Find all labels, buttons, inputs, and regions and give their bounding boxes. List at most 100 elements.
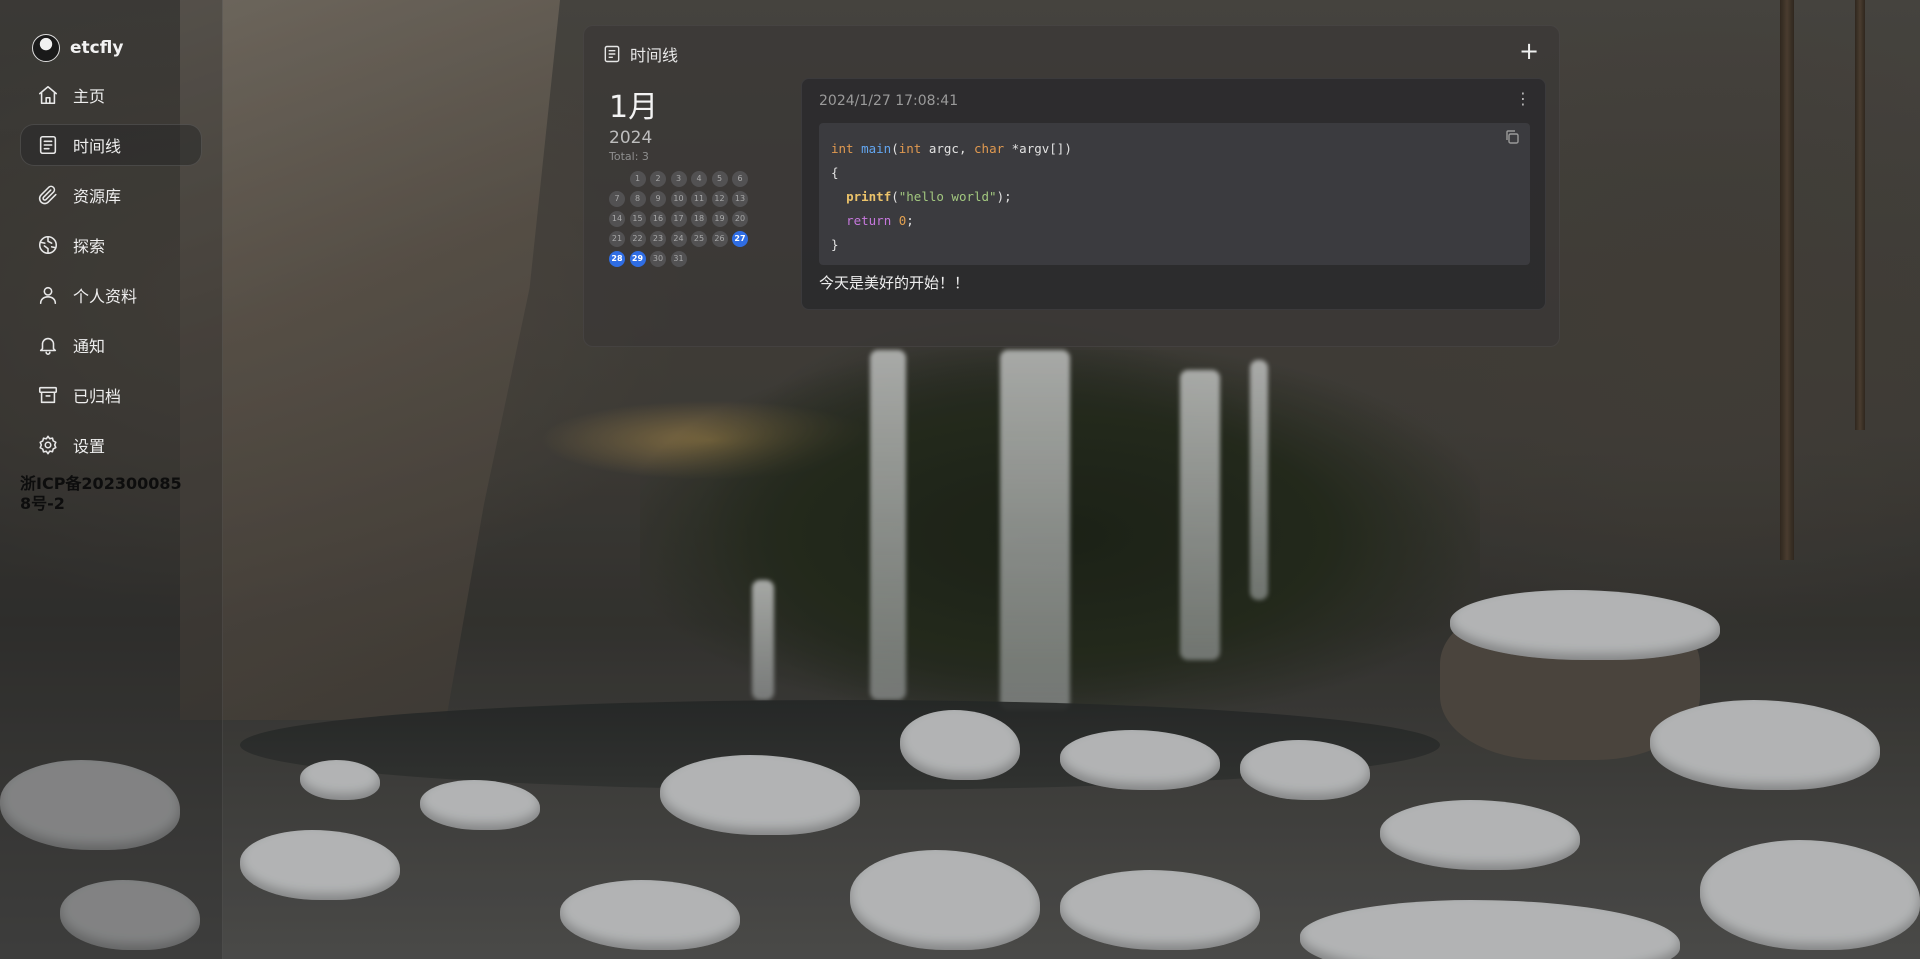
calendar-day: 22 — [629, 231, 646, 247]
calendar-day: 4 — [691, 171, 707, 187]
sidebar-item-label: 时间线 — [73, 137, 122, 156]
code-token: argc, — [921, 141, 975, 156]
calendar-day: 21 — [609, 231, 625, 247]
code-token: char — [974, 141, 1005, 156]
memo-timestamp: 2024/1/27 17:08:41 — [819, 93, 959, 109]
home-icon — [38, 85, 58, 105]
calendar-year: 2024 — [609, 128, 653, 148]
code-token: { — [831, 165, 839, 180]
calendar-day: 16 — [650, 211, 666, 227]
calendar-day-with-memo[interactable]: 29 — [629, 251, 646, 267]
calendar-day: 8 — [629, 191, 646, 207]
sidebar-item-home[interactable]: 主页 — [20, 74, 202, 116]
sidebar-item-label: 通知 — [73, 337, 106, 356]
calendar-day: 2 — [650, 171, 666, 187]
memo-card: 2024/1/27 17:08:41 ⋮ int main(int argc, … — [801, 78, 1546, 310]
code-token: ); — [996, 189, 1012, 204]
calendar-day: 13 — [732, 191, 748, 207]
calendar-day: 31 — [670, 251, 687, 267]
code-line: { — [831, 161, 1518, 185]
sidebar-item-timeline[interactable]: 时间线 — [20, 124, 202, 166]
calendar-day: 1 — [629, 171, 646, 187]
calendar-day: 17 — [670, 211, 687, 227]
sidebar-item-label: 主页 — [73, 87, 106, 106]
code-token: return — [846, 213, 892, 228]
bell-icon — [39, 337, 57, 355]
calendar-day: 11 — [691, 191, 707, 207]
add-memo-button[interactable]: + — [1517, 39, 1541, 64]
code-line: return 0; — [831, 209, 1518, 233]
sidebar-item-label: 探索 — [73, 237, 106, 256]
more-options-icon[interactable]: ⋮ — [1515, 91, 1531, 107]
calendar-day-with-memo[interactable]: 27 — [732, 231, 748, 247]
memo-text: 今天是美好的开始！！ — [819, 274, 970, 292]
calendar-day-with-memo[interactable]: 28 — [609, 251, 625, 267]
calendar-day: 23 — [650, 231, 666, 247]
calendar: 1月 2024 Total: 3 1 2 3 4 5 6 7 8 9 10 11 12 13 14 15 16… — [609, 90, 769, 267]
code-token: int — [831, 141, 854, 156]
calendar-day: 14 — [609, 211, 625, 227]
calendar-day: 18 — [691, 211, 707, 227]
timeline-panel: 时间线 + 1月 2024 Total: 3 1 2 3 4 5 6 7 8 9 10 11 12 13… — [583, 25, 1560, 347]
code-token: main — [861, 141, 892, 156]
calendar-day: 20 — [732, 211, 748, 227]
user-profile[interactable]: etcfly — [32, 30, 202, 66]
sidebar-item-label: 个人资料 — [73, 287, 138, 306]
copy-icon[interactable] — [1504, 129, 1520, 145]
sidebar-item-settings[interactable]: 设置 — [20, 424, 202, 466]
calendar-day: 30 — [650, 251, 666, 267]
gear-icon — [39, 435, 57, 455]
code-token: printf — [846, 189, 892, 204]
timeline-icon — [39, 135, 57, 155]
code-line: int main(int argc, char *argv[]) — [831, 137, 1518, 161]
code-block: int main(int argc, char *argv[]){ printf… — [819, 123, 1530, 265]
user-icon — [39, 286, 57, 305]
memo-total-count: Total: 3 — [609, 150, 649, 163]
archive-icon — [38, 386, 58, 404]
calendar-day: 19 — [711, 211, 728, 227]
calendar-grid: 1 2 3 4 5 6 7 8 9 10 11 12 13 14 15 16 17 18 19 20 21 22 23 24 2… — [609, 171, 769, 267]
sidebar-item-resources[interactable]: 资源库 — [20, 174, 202, 216]
calendar-day: 12 — [711, 191, 728, 207]
code-token: ; — [906, 213, 914, 228]
sidebar-item-label: 已归档 — [73, 387, 122, 406]
panel-header: 时间线 — [602, 42, 678, 66]
sidebar-item-archived[interactable]: 已归档 — [20, 374, 202, 416]
calendar-day: 6 — [732, 171, 748, 187]
sidebar-item-notifications[interactable]: 通知 — [20, 324, 202, 366]
code-token: } — [831, 237, 839, 252]
code-token: int — [898, 141, 922, 156]
page-title: 时间线 — [630, 46, 679, 65]
calendar-day: 7 — [609, 191, 625, 207]
icp-license-link[interactable]: 浙ICP备2023000858号-2 — [20, 474, 190, 514]
code-token: "hello world" — [898, 189, 997, 204]
calendar-day: 5 — [711, 171, 728, 187]
sidebar-item-explore[interactable]: 探索 — [20, 224, 202, 266]
calendar-day: 15 — [629, 211, 646, 227]
calendar-day: 26 — [711, 231, 728, 247]
explore-icon — [38, 235, 58, 255]
calendar-day: 10 — [670, 191, 687, 207]
code-token: ( — [891, 189, 899, 204]
sidebar-item-profile[interactable]: 个人资料 — [20, 274, 202, 316]
code-line: printf("hello world"); — [831, 185, 1518, 209]
code-token: ( — [891, 141, 899, 156]
paperclip-icon — [38, 185, 57, 205]
calendar-day: 3 — [670, 171, 687, 187]
code-line: } — [831, 233, 1518, 257]
calendar-day: 9 — [650, 191, 666, 207]
username[interactable]: etcfly — [70, 38, 123, 58]
calendar-month: 1月 — [609, 90, 659, 125]
sidebar-item-label: 设置 — [73, 437, 106, 456]
sidebar: etcfly 主页 时间线 资源库 探索 个人资料 通知 已归档 设置 浙ICP… — [0, 0, 223, 959]
avatar[interactable] — [32, 34, 60, 62]
calendar-day: 25 — [691, 231, 707, 247]
timeline-icon — [604, 45, 620, 63]
code-token: *argv[]) — [1004, 141, 1072, 156]
sidebar-item-label: 资源库 — [73, 187, 122, 206]
calendar-day: 24 — [670, 231, 687, 247]
